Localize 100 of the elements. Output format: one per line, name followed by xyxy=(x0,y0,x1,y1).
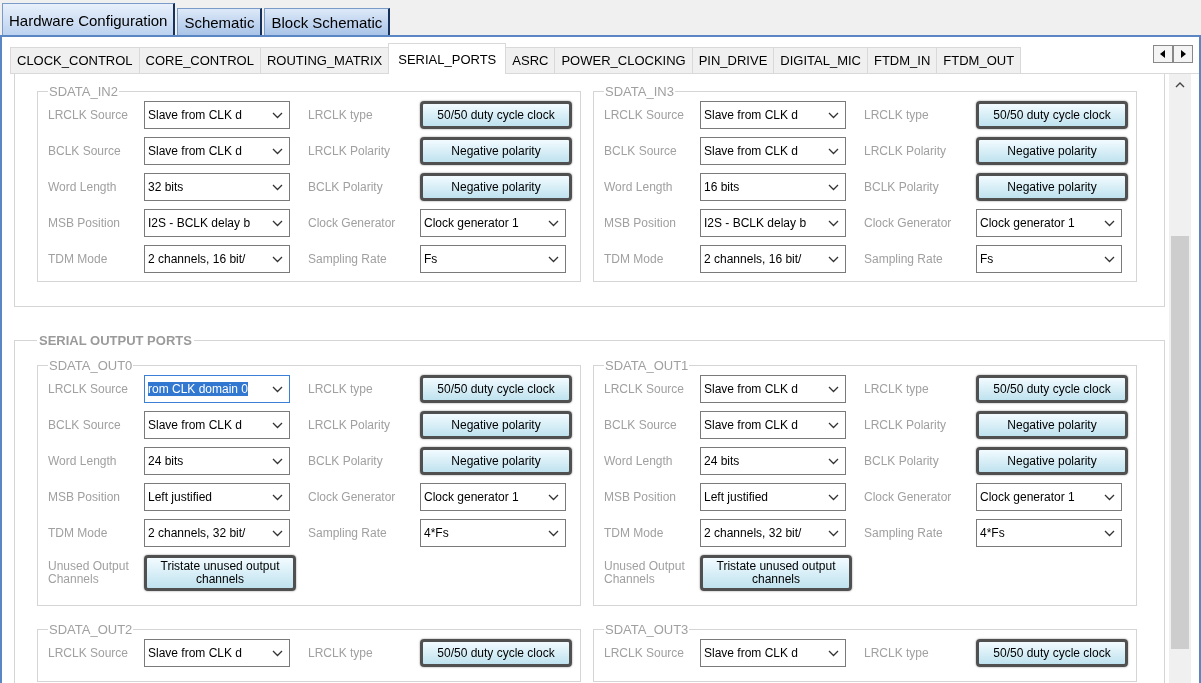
field-label: MSB Position xyxy=(604,216,678,230)
dropdown[interactable]: Slave from CLK d xyxy=(144,137,290,165)
dropdown[interactable]: Clock generator 1 xyxy=(420,209,566,237)
dropdown[interactable]: Clock generator 1 xyxy=(420,483,566,511)
field-label: LRCLK Source xyxy=(48,108,130,122)
field-label: Word Length xyxy=(48,454,118,468)
dropdown[interactable]: 2 channels, 16 bit/ xyxy=(144,245,290,273)
field-label: TDM Mode xyxy=(604,252,665,266)
toggle-button[interactable]: Negative polarity xyxy=(976,137,1128,165)
toggle-button[interactable]: 50/50 duty cycle clock xyxy=(976,639,1128,667)
chevron-down-icon xyxy=(272,111,283,119)
dropdown[interactable]: Slave from CLK d xyxy=(144,101,290,129)
toggle-button[interactable]: Negative polarity xyxy=(976,411,1128,439)
chevron-down-icon xyxy=(272,147,283,155)
dropdown[interactable]: Slave from CLK d xyxy=(144,639,290,667)
field-label: Clock Generator xyxy=(307,216,397,230)
triangle-right-icon xyxy=(1180,50,1186,58)
toggle-button[interactable]: 50/50 duty cycle clock xyxy=(976,101,1128,129)
chevron-down-icon xyxy=(272,385,283,393)
dropdown[interactable]: 2 channels, 32 bit/ xyxy=(144,519,290,547)
field-label: TDM Mode xyxy=(48,252,109,266)
chevron-down-icon xyxy=(272,493,283,501)
scroll-right-button[interactable] xyxy=(1173,45,1193,63)
dropdown[interactable]: Fs xyxy=(976,245,1122,273)
toggle-button[interactable]: Negative polarity xyxy=(976,173,1128,201)
toggle-button[interactable]: 50/50 duty cycle clock xyxy=(420,639,572,667)
field-label: Unused Output Channels xyxy=(604,560,686,586)
field-label: LRCLK Polarity xyxy=(307,418,392,432)
chevron-down-icon xyxy=(272,421,283,429)
tab[interactable]: ASRC xyxy=(505,47,556,73)
field-label: MSB Position xyxy=(48,490,122,504)
chevron-down-icon xyxy=(828,421,839,429)
tab[interactable]: ROUTING_MATRIX xyxy=(259,47,390,73)
field-label: Sampling Rate xyxy=(863,526,944,540)
dropdown[interactable]: I2S - BCLK delay b xyxy=(144,209,290,237)
chevron-down-icon xyxy=(1104,529,1115,537)
toggle-button[interactable]: Negative polarity xyxy=(420,137,572,165)
dropdown[interactable]: 4*Fs xyxy=(420,519,566,547)
tab[interactable]: POWER_CLOCKING xyxy=(554,47,693,73)
dropdown[interactable]: 2 channels, 32 bit/ xyxy=(700,519,846,547)
toggle-button[interactable]: Negative polarity xyxy=(420,447,572,475)
dropdown[interactable]: 24 bits xyxy=(144,447,290,475)
group-title: SDATA_IN2 xyxy=(48,84,119,99)
dropdown[interactable]: Slave from CLK d xyxy=(144,411,290,439)
tab[interactable]: Schematic xyxy=(177,8,263,35)
tab[interactable]: Block Schematic xyxy=(264,8,391,35)
chevron-down-icon xyxy=(272,529,283,537)
tab[interactable]: CLOCK_CONTROL xyxy=(10,47,140,73)
toggle-button[interactable]: Tristate unused output channels xyxy=(700,555,852,591)
dropdown[interactable]: I2S - BCLK delay b xyxy=(700,209,846,237)
dropdown[interactable]: Slave from CLK d xyxy=(700,101,846,129)
dropdown[interactable]: rom CLK domain 0 xyxy=(144,375,290,403)
dropdown[interactable]: Fs xyxy=(420,245,566,273)
toggle-button[interactable]: 50/50 duty cycle clock xyxy=(420,375,572,403)
field-label: LRCLK type xyxy=(307,646,374,660)
field-label: Sampling Rate xyxy=(307,252,388,266)
dropdown[interactable]: Slave from CLK d xyxy=(700,375,846,403)
toggle-button[interactable]: Negative polarity xyxy=(420,411,572,439)
dropdown[interactable]: Left justified xyxy=(144,483,290,511)
dropdown[interactable]: 16 bits xyxy=(700,173,846,201)
dropdown[interactable]: Slave from CLK d xyxy=(700,137,846,165)
chevron-down-icon xyxy=(272,457,283,465)
toggle-button[interactable]: 50/50 duty cycle clock xyxy=(976,375,1128,403)
field-label: LRCLK Source xyxy=(48,382,130,396)
dropdown[interactable]: 4*Fs xyxy=(976,519,1122,547)
dropdown[interactable]: Slave from CLK d xyxy=(700,411,846,439)
field-label: BCLK Polarity xyxy=(863,180,940,194)
scrollbar[interactable] xyxy=(1169,74,1191,683)
dropdown[interactable]: Clock generator 1 xyxy=(976,483,1122,511)
field-label: Sampling Rate xyxy=(863,252,944,266)
tab[interactable]: FTDM_OUT xyxy=(936,47,1022,73)
field-label: TDM Mode xyxy=(604,526,665,540)
dropdown[interactable]: 2 channels, 16 bit/ xyxy=(700,245,846,273)
tab[interactable]: SERIAL_PORTS xyxy=(388,43,507,74)
field-label: LRCLK Polarity xyxy=(863,144,948,158)
tab[interactable]: FTDM_IN xyxy=(867,47,938,73)
field-label: Word Length xyxy=(604,454,674,468)
toggle-button[interactable]: Tristate unused output channels xyxy=(144,555,296,591)
dropdown[interactable]: Slave from CLK d xyxy=(700,639,846,667)
field-label: BCLK Source xyxy=(48,144,122,158)
dropdown[interactable]: Left justified xyxy=(700,483,846,511)
chevron-down-icon xyxy=(828,529,839,537)
dropdown[interactable]: Clock generator 1 xyxy=(976,209,1122,237)
tab[interactable]: CORE_CONTROL xyxy=(138,47,261,73)
chevron-down-icon xyxy=(548,493,559,501)
toggle-button[interactable]: 50/50 duty cycle clock xyxy=(420,101,572,129)
field-label: LRCLK Source xyxy=(604,646,686,660)
toggle-button[interactable]: Negative polarity xyxy=(976,447,1128,475)
scroll-left-button[interactable] xyxy=(1153,45,1173,63)
field-label: Clock Generator xyxy=(863,490,953,504)
tab[interactable]: DIGITAL_MIC xyxy=(773,47,868,73)
tab[interactable]: Hardware Configuration xyxy=(2,3,176,35)
scrollbar-thumb[interactable] xyxy=(1171,236,1189,649)
toggle-button[interactable]: Negative polarity xyxy=(420,173,572,201)
field-label: LRCLK type xyxy=(863,646,930,660)
dropdown[interactable]: 24 bits xyxy=(700,447,846,475)
group-title: SDATA_OUT1 xyxy=(604,358,690,373)
field-label: LRCLK type xyxy=(307,382,374,396)
dropdown[interactable]: 32 bits xyxy=(144,173,290,201)
tab[interactable]: PIN_DRIVE xyxy=(691,47,775,73)
